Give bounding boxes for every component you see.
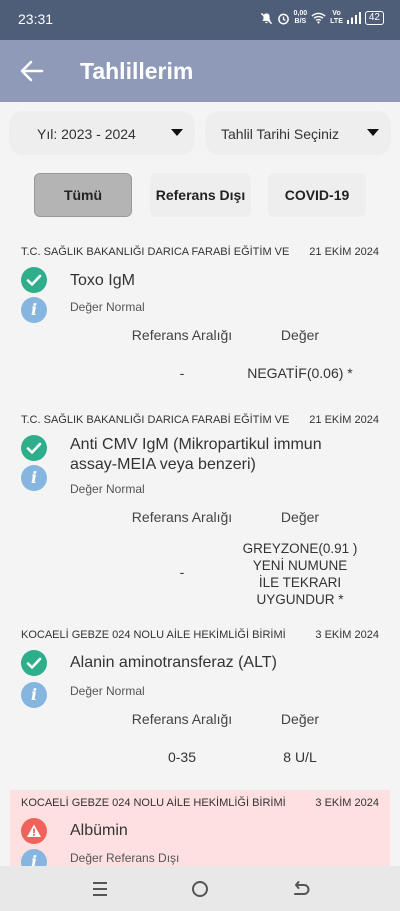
network-speed: 0,00 B/S bbox=[293, 10, 308, 25]
result-value: NEGATİF(0.06) * bbox=[247, 365, 353, 381]
check-circle-icon bbox=[21, 650, 47, 676]
warning-icon bbox=[21, 818, 47, 844]
status-icons: 0,00 B/S Vo LTE 42 bbox=[260, 10, 384, 26]
year-select[interactable]: Yıl: 2023 - 2024 bbox=[9, 111, 195, 155]
result-card[interactable]: T.C. SAĞLIK BAKANLIĞI DARICA FARABİ EĞİT… bbox=[10, 414, 390, 614]
status-bar: 23:31 0,00 B/S Vo LTE 42 bbox=[0, 0, 400, 40]
check-circle-icon bbox=[21, 435, 47, 461]
status-time: 23:31 bbox=[18, 11, 54, 27]
info-icon[interactable]: i bbox=[21, 682, 47, 708]
tab-out-of-reference[interactable]: Referans Dışı bbox=[150, 173, 251, 217]
wifi-icon bbox=[311, 12, 326, 24]
date-select[interactable]: Tahlil Tarihi Seçiniz bbox=[205, 111, 391, 155]
chevron-down-icon bbox=[171, 129, 183, 136]
tab-covid-19[interactable]: COVID-19 bbox=[268, 173, 366, 217]
test-name: Toxo IgM bbox=[70, 272, 135, 289]
battery-icon: 42 bbox=[364, 11, 384, 25]
check-circle-icon bbox=[21, 267, 47, 293]
mute-icon bbox=[260, 12, 272, 24]
result-status: Değer Normal bbox=[70, 482, 145, 496]
reference-range-header: Referans Aralığı bbox=[131, 711, 233, 727]
result-date: 21 EKİM 2024 bbox=[309, 414, 379, 426]
app-bar: Tahlillerim bbox=[0, 40, 400, 102]
hospital-name: KOCAELİ GEBZE 024 NOLU AİLE HEKİMLİĞİ Bİ… bbox=[21, 629, 286, 641]
info-icon[interactable]: i bbox=[21, 297, 47, 323]
date-select-label: Tahlil Tarihi Seçiniz bbox=[221, 126, 340, 142]
reference-range-header: Referans Aralığı bbox=[131, 509, 233, 525]
result-value: 8 U/L bbox=[283, 749, 317, 765]
result-status: Değer Normal bbox=[70, 300, 145, 314]
reference-range-value: 0-35 bbox=[167, 749, 197, 765]
volte-indicator: Vo LTE bbox=[330, 10, 343, 25]
test-name: Albümin bbox=[70, 822, 128, 839]
info-icon[interactable]: i bbox=[21, 465, 47, 491]
value-header: Değer bbox=[280, 327, 320, 343]
test-name: Anti CMV IgM (Mikropartikul immun assay-… bbox=[70, 436, 322, 473]
back-icon[interactable] bbox=[289, 878, 311, 900]
result-status: Değer Normal bbox=[70, 684, 145, 698]
result-card[interactable]: T.C. SAĞLIK BAKANLIĞI DARICA FARABİ EĞİT… bbox=[10, 246, 390, 396]
reference-range-header: Referans Aralığı bbox=[131, 327, 233, 343]
info-icon[interactable]: i bbox=[21, 849, 47, 866]
chevron-down-icon bbox=[367, 129, 379, 136]
value-header: Değer bbox=[280, 509, 320, 525]
value-header: Değer bbox=[280, 711, 320, 727]
result-card[interactable]: KOCAELİ GEBZE 024 NOLU AİLE HEKİMLİĞİ Bİ… bbox=[10, 790, 390, 866]
alarm-icon bbox=[277, 13, 289, 24]
test-name: Alanin aminotransferaz (ALT) bbox=[70, 654, 277, 671]
result-date: 3 EKİM 2024 bbox=[315, 797, 379, 809]
result-date: 21 EKİM 2024 bbox=[309, 246, 379, 258]
result-value: GREYZONE(0.91 ) YENİ NUMUNE İLE TEKRARI … bbox=[242, 541, 358, 607]
reference-range-value: - bbox=[179, 564, 185, 580]
tab-all[interactable]: Tümü bbox=[34, 173, 132, 217]
result-status: Değer Referans Dışı bbox=[70, 851, 180, 865]
signal-icon bbox=[346, 12, 361, 24]
hospital-name: T.C. SAĞLIK BAKANLIĞI DARICA FARABİ EĞİT… bbox=[21, 414, 290, 426]
home-icon[interactable] bbox=[189, 878, 211, 900]
system-nav-bar bbox=[0, 866, 400, 911]
hospital-name: T.C. SAĞLIK BAKANLIĞI DARICA FARABİ EĞİT… bbox=[21, 246, 290, 258]
recent-apps-icon[interactable] bbox=[89, 878, 111, 900]
hospital-name: KOCAELİ GEBZE 024 NOLU AİLE HEKİMLİĞİ Bİ… bbox=[21, 797, 286, 809]
back-arrow-icon[interactable] bbox=[18, 57, 46, 85]
result-card[interactable]: KOCAELİ GEBZE 024 NOLU AİLE HEKİMLİĞİ Bİ… bbox=[10, 629, 390, 779]
year-select-label: Yıl: 2023 - 2024 bbox=[37, 126, 136, 142]
reference-range-value: - bbox=[179, 365, 185, 381]
result-date: 3 EKİM 2024 bbox=[315, 629, 379, 641]
page-title: Tahlillerim bbox=[80, 58, 194, 84]
